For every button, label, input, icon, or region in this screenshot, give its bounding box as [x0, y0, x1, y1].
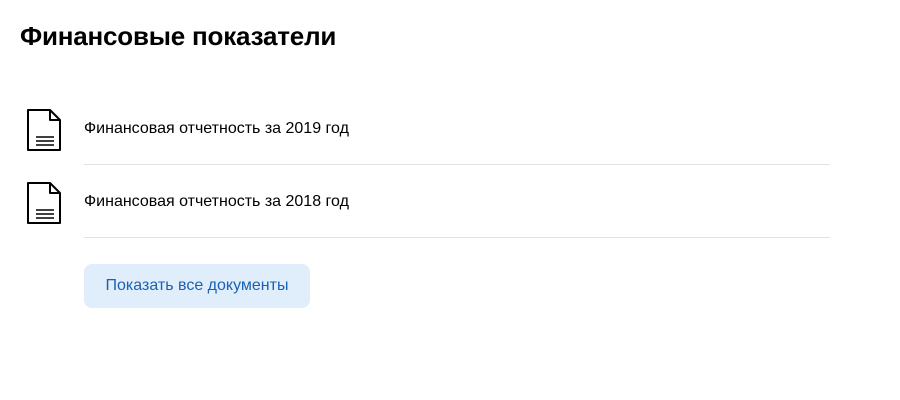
- show-all-documents-button[interactable]: Показать все документы: [84, 264, 310, 308]
- financial-indicators-section: Финансовые показатели Финансовая отчетно…: [0, 0, 900, 400]
- section-title: Финансовые показатели: [20, 21, 337, 51]
- document-icon: [26, 108, 62, 152]
- list-item-document-2019[interactable]: Финансовая отчетность за 2019 год: [0, 92, 900, 165]
- document-title[interactable]: Финансовая отчетность за 2019 год: [84, 119, 349, 139]
- divider: [84, 237, 830, 238]
- list-item-document-2018[interactable]: Финансовая отчетность за 2018 год: [0, 165, 900, 238]
- document-icon: [26, 181, 62, 225]
- document-title[interactable]: Финансовая отчетность за 2018 год: [84, 192, 349, 212]
- document-list: Финансовая отчетность за 2019 год Финанс…: [0, 92, 900, 238]
